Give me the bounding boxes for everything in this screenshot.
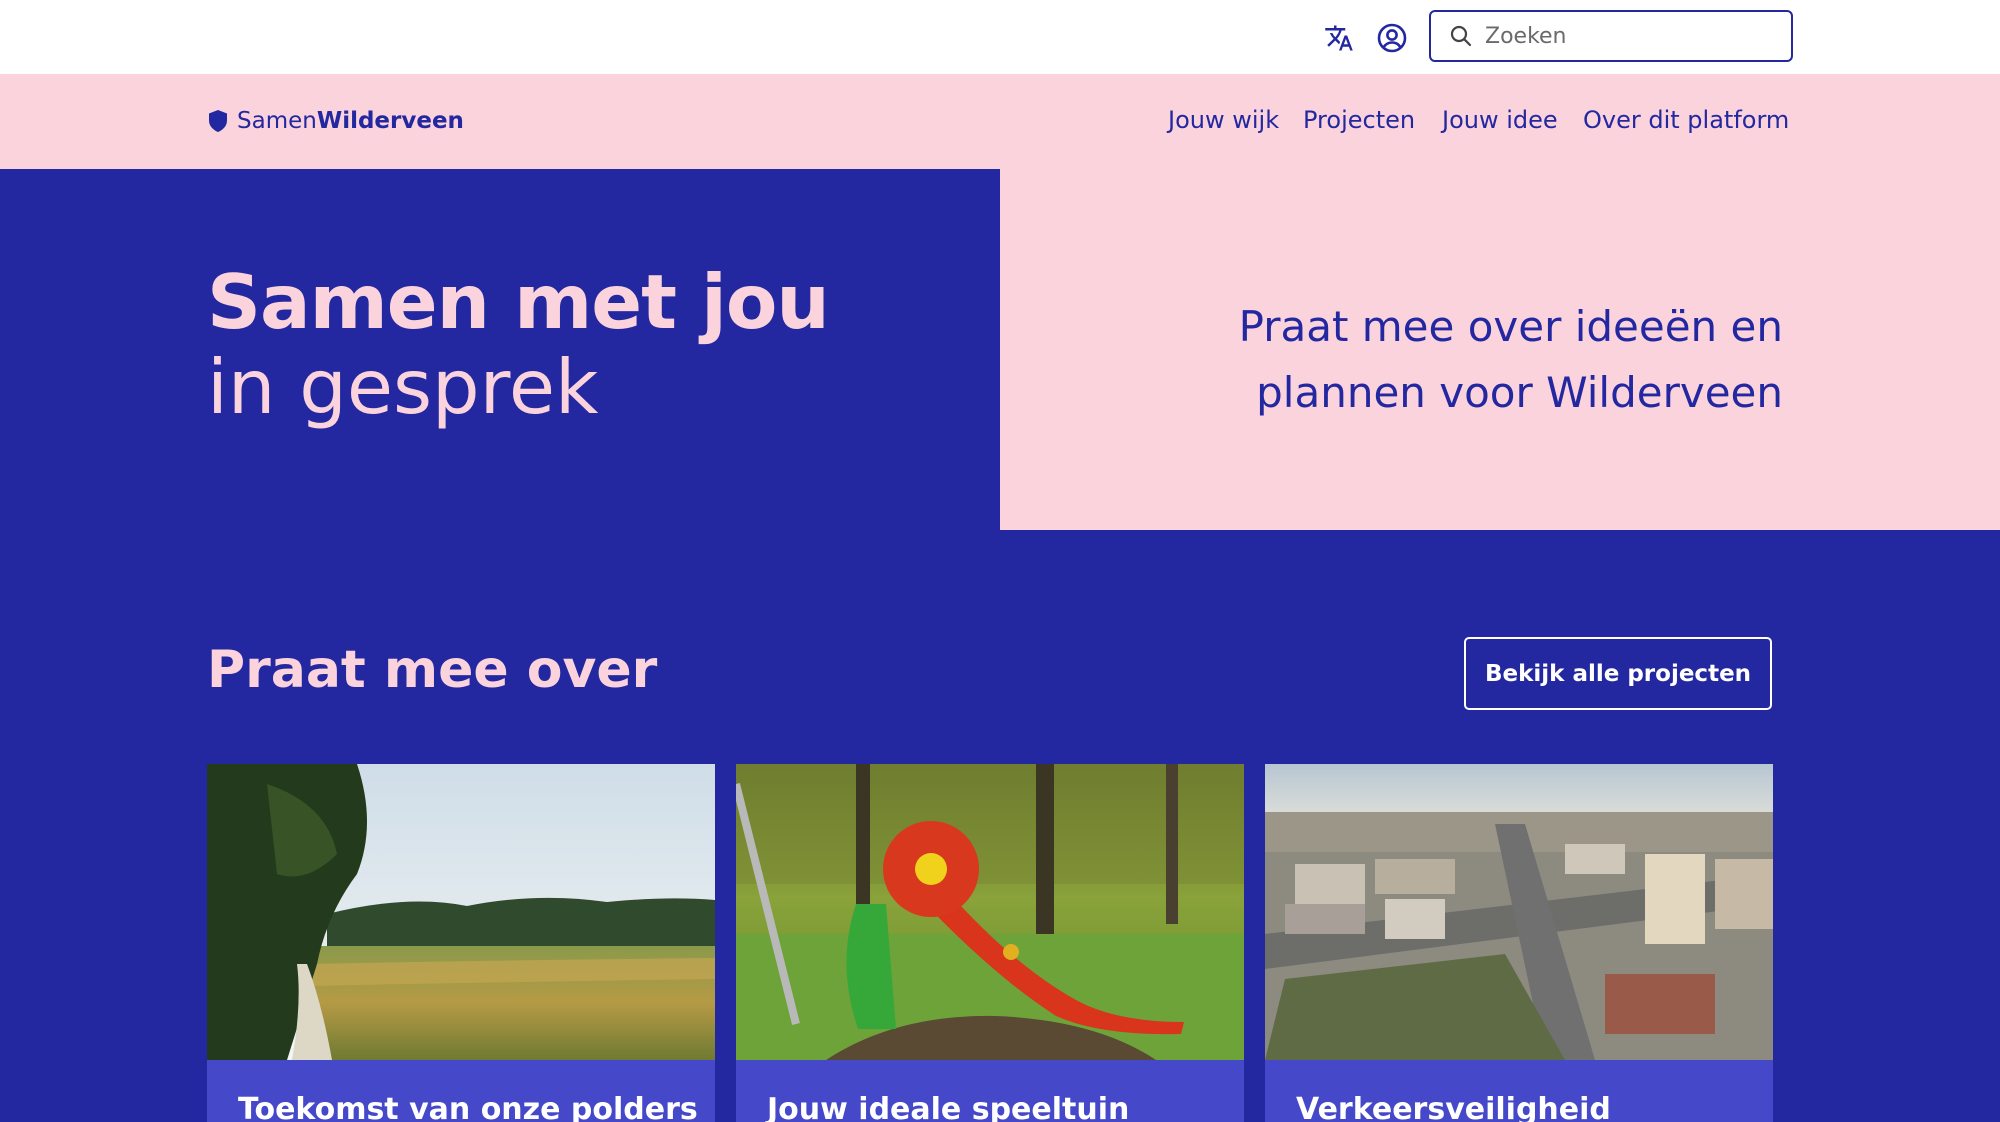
view-all-projects-button[interactable]: Bekijk alle projecten [1464,637,1772,710]
aerial-city-traffic-photo [1265,764,1773,1060]
search-box[interactable] [1429,10,1793,62]
user-circle-icon[interactable] [1374,20,1410,56]
top-utility-bar [0,0,2000,74]
nav-item-jouw-wijk[interactable]: Jouw wijk [1168,106,1279,134]
playground-slide-photo [736,764,1244,1060]
project-card-verkeersveiligheid[interactable]: Verkeersveiligheid [1265,764,1773,1122]
project-card-speeltuin[interactable]: Jouw ideale speeltuin [736,764,1244,1122]
nav-item-projecten[interactable]: Projecten [1303,106,1415,134]
shield-icon [209,110,227,132]
hero-title-line2: in gesprek [207,343,599,431]
card-title: Jouw ideale speeltuin [767,1092,1130,1122]
hero-subtitle: Praat mee over ideeën en plannen voor Wi… [1238,302,1783,417]
project-card-polders[interactable]: Toekomst van onze polders [207,764,715,1122]
main-navbar: Samen Wilderveen Jouw wijk Projecten Jouw… [0,74,2000,169]
section-title: Praat mee over [207,640,658,700]
logo-name: Wilderveen [316,108,464,134]
hero-title-line1: Samen met jou [207,258,830,346]
nav-item-over-dit-platform[interactable]: Over dit platform [1583,106,1789,134]
site-logo[interactable]: Samen Wilderveen [207,108,464,134]
card-title: Toekomst van onze polders [238,1092,698,1122]
search-input[interactable] [1483,22,1767,50]
nav-item-jouw-idee[interactable]: Jouw idee [1442,106,1558,134]
polder-landscape-photo [207,764,715,1060]
card-title: Verkeersveiligheid [1296,1092,1611,1122]
logo-prefix: Samen [237,108,317,134]
translate-icon[interactable] [1321,20,1357,56]
search-icon [1450,25,1472,47]
